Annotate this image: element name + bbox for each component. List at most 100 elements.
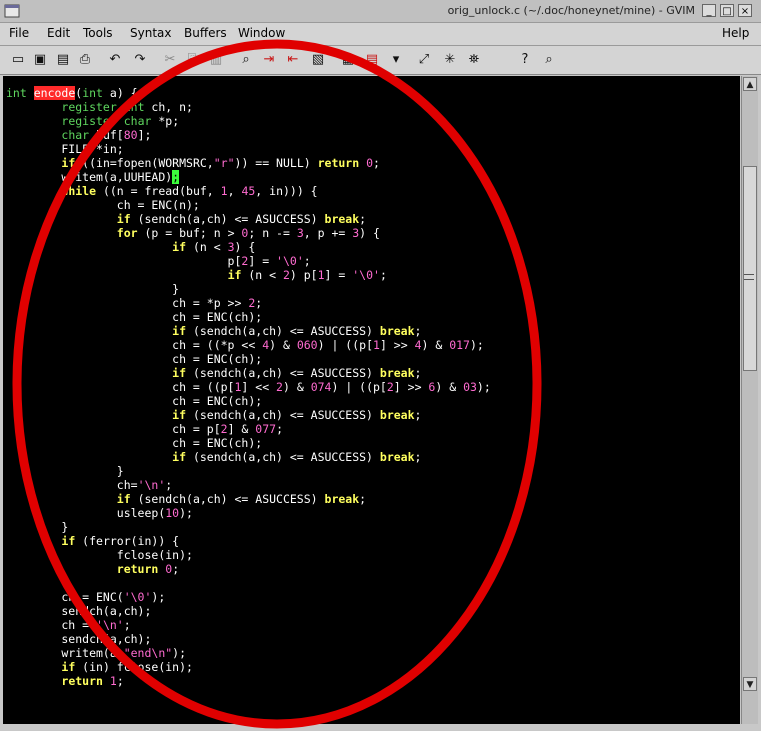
code-line[interactable]: return 1; — [6, 674, 740, 688]
scrollbar-thumb[interactable] — [743, 166, 757, 371]
save-session-icon[interactable]: ▦ — [339, 51, 357, 69]
find-help-icon[interactable]: ⌕ — [540, 51, 558, 69]
code-line[interactable]: sendch(a,ch); — [6, 604, 740, 618]
code-line[interactable]: ch = '\n'; — [6, 618, 740, 632]
code-token: ) { — [234, 240, 256, 254]
code-line[interactable]: if (n < 2) p[1] = '\0'; — [6, 268, 740, 282]
code-line[interactable]: ch = ENC(n); — [6, 198, 740, 212]
paste-icon[interactable]: ▥ — [207, 51, 225, 69]
code-line[interactable]: if ((in=fopen(WORMSRC,"r")) == NULL) ret… — [6, 156, 740, 170]
code-line[interactable]: ch = *p >> 2; — [6, 296, 740, 310]
code-line[interactable] — [6, 576, 740, 590]
run-ctags-icon[interactable]: ✳ — [441, 51, 459, 69]
code-line[interactable]: for (p = buf; n > 0; n -= 3, p += 3) { — [6, 226, 740, 240]
code-line[interactable]: ch = ((*p << 4) & 060) | ((p[1] >> 4) & … — [6, 338, 740, 352]
window-title: orig_unlock.c (~/.doc/honeynet/mine) - G… — [447, 4, 695, 17]
minimize-button[interactable]: _ — [702, 4, 716, 17]
undo-icon[interactable]: ↶ — [106, 51, 124, 69]
code-line[interactable]: FILE *in; — [6, 142, 740, 156]
code-token: 2 — [276, 380, 283, 394]
code-line[interactable]: ch='\n'; — [6, 478, 740, 492]
code-line[interactable]: ch = ENC(ch); — [6, 352, 740, 366]
code-token: ] << — [241, 380, 277, 394]
load-session-icon[interactable]: ▧ — [309, 51, 327, 69]
code-line[interactable]: sendch(a,ch); — [6, 632, 740, 646]
find-prev-icon[interactable]: ⇤ — [284, 51, 302, 69]
menu-file[interactable]: File — [9, 26, 29, 40]
code-line[interactable]: writem(a,UUHEAD); — [6, 170, 740, 184]
code-line[interactable]: ch = ENC(ch); — [6, 394, 740, 408]
make-icon[interactable]: ▾ — [387, 51, 405, 69]
code-token: while — [61, 184, 97, 198]
editor-text-area[interactable]: int encode(int a) { register int ch, n; … — [3, 76, 740, 724]
code-line[interactable]: ch = ENC(ch); — [6, 310, 740, 324]
vertical-scrollbar[interactable]: ▲ ▼ — [741, 76, 758, 724]
code-line[interactable]: } — [6, 282, 740, 296]
code-token: ch = ENC(ch); — [6, 352, 263, 366]
code-line[interactable]: if (sendch(a,ch) <= ASUCCESS) break; — [6, 408, 740, 422]
code-line[interactable]: if (sendch(a,ch) <= ASUCCESS) break; — [6, 212, 740, 226]
menu-help[interactable]: Help — [722, 26, 749, 40]
code-line[interactable]: if (ferror(in)) { — [6, 534, 740, 548]
code-token: ; — [165, 478, 173, 492]
copy-icon[interactable]: ⎘ — [184, 51, 202, 69]
code-line[interactable]: p[2] = '\0'; — [6, 254, 740, 268]
code-line[interactable]: usleep(10); — [6, 506, 740, 520]
code-line[interactable]: if (sendch(a,ch) <= ASUCCESS) break; — [6, 366, 740, 380]
scroll-up-icon[interactable]: ▲ — [743, 77, 757, 91]
code-line[interactable]: } — [6, 464, 740, 478]
open-icon[interactable]: ▭ — [9, 51, 27, 69]
print-icon[interactable]: ⎙ — [76, 51, 94, 69]
menu-buffers[interactable]: Buffers — [184, 26, 227, 40]
scroll-down-icon[interactable]: ▼ — [743, 677, 757, 691]
code-token: } — [6, 520, 69, 534]
code-token: if — [116, 492, 131, 506]
code-line[interactable]: if (n < 3) { — [6, 240, 740, 254]
code-line[interactable]: ch = ((p[1] << 2) & 074) | ((p[2] >> 6) … — [6, 380, 740, 394]
code-line[interactable]: ch = ENC('\0'); — [6, 590, 740, 604]
code-line[interactable]: if (sendch(a,ch) <= ASUCCESS) break; — [6, 492, 740, 506]
close-button[interactable]: × — [738, 4, 752, 17]
code-line[interactable]: if (sendch(a,ch) <= ASUCCESS) break; — [6, 324, 740, 338]
help-icon[interactable]: ? — [516, 51, 534, 69]
save-all-icon[interactable]: ▤ — [54, 51, 72, 69]
code-token: ; — [303, 254, 311, 268]
code-line[interactable]: writem(a,"end\n"); — [6, 646, 740, 660]
code-line[interactable]: } — [6, 520, 740, 534]
maximize-button[interactable]: □ — [720, 4, 734, 17]
code-line[interactable]: register int ch, n; — [6, 100, 740, 114]
code-line[interactable]: return 0; — [6, 562, 740, 576]
code-line[interactable]: while ((n = fread(buf, 1, 45, in))) { — [6, 184, 740, 198]
code-line[interactable]: char buf[80]; — [6, 128, 740, 142]
code-token: sendch(a,ch); — [6, 604, 152, 618]
code-line[interactable]: int encode(int a) { — [6, 86, 740, 100]
cut-icon[interactable]: ✂ — [161, 51, 179, 69]
code-token: register — [61, 114, 117, 128]
code-line[interactable]: ch = p[2] & 077; — [6, 422, 740, 436]
code-line[interactable]: fclose(in); — [6, 548, 740, 562]
code-line[interactable]: if (sendch(a,ch) <= ASUCCESS) break; — [6, 450, 740, 464]
code-line[interactable]: ch = ENC(ch); — [6, 436, 740, 450]
run-script-icon[interactable]: ▤ — [363, 51, 381, 69]
menu-syntax[interactable]: Syntax — [130, 26, 171, 40]
shell-icon[interactable]: ⤢ — [415, 51, 433, 69]
find-icon[interactable]: ⌕ — [237, 51, 255, 69]
code-line[interactable]: register char *p; — [6, 114, 740, 128]
code-token: ch = — [6, 618, 97, 632]
menu-window[interactable]: Window — [238, 26, 285, 40]
jump-tag-icon[interactable]: ⛯ — [465, 51, 483, 69]
source-code[interactable]: int encode(int a) { register int ch, n; … — [3, 76, 740, 688]
find-next-icon[interactable]: ⇥ — [260, 51, 278, 69]
menu-tools[interactable]: Tools — [83, 26, 113, 40]
save-icon[interactable]: ▣ — [31, 51, 49, 69]
title-bar[interactable]: orig_unlock.c (~/.doc/honeynet/mine) - G… — [0, 0, 761, 23]
code-token: break — [379, 366, 415, 380]
code-token: ; — [414, 408, 422, 422]
menu-edit[interactable]: Edit — [47, 26, 70, 40]
code-line[interactable]: if (in) fclose(in); — [6, 660, 740, 674]
redo-icon[interactable]: ↷ — [131, 51, 149, 69]
